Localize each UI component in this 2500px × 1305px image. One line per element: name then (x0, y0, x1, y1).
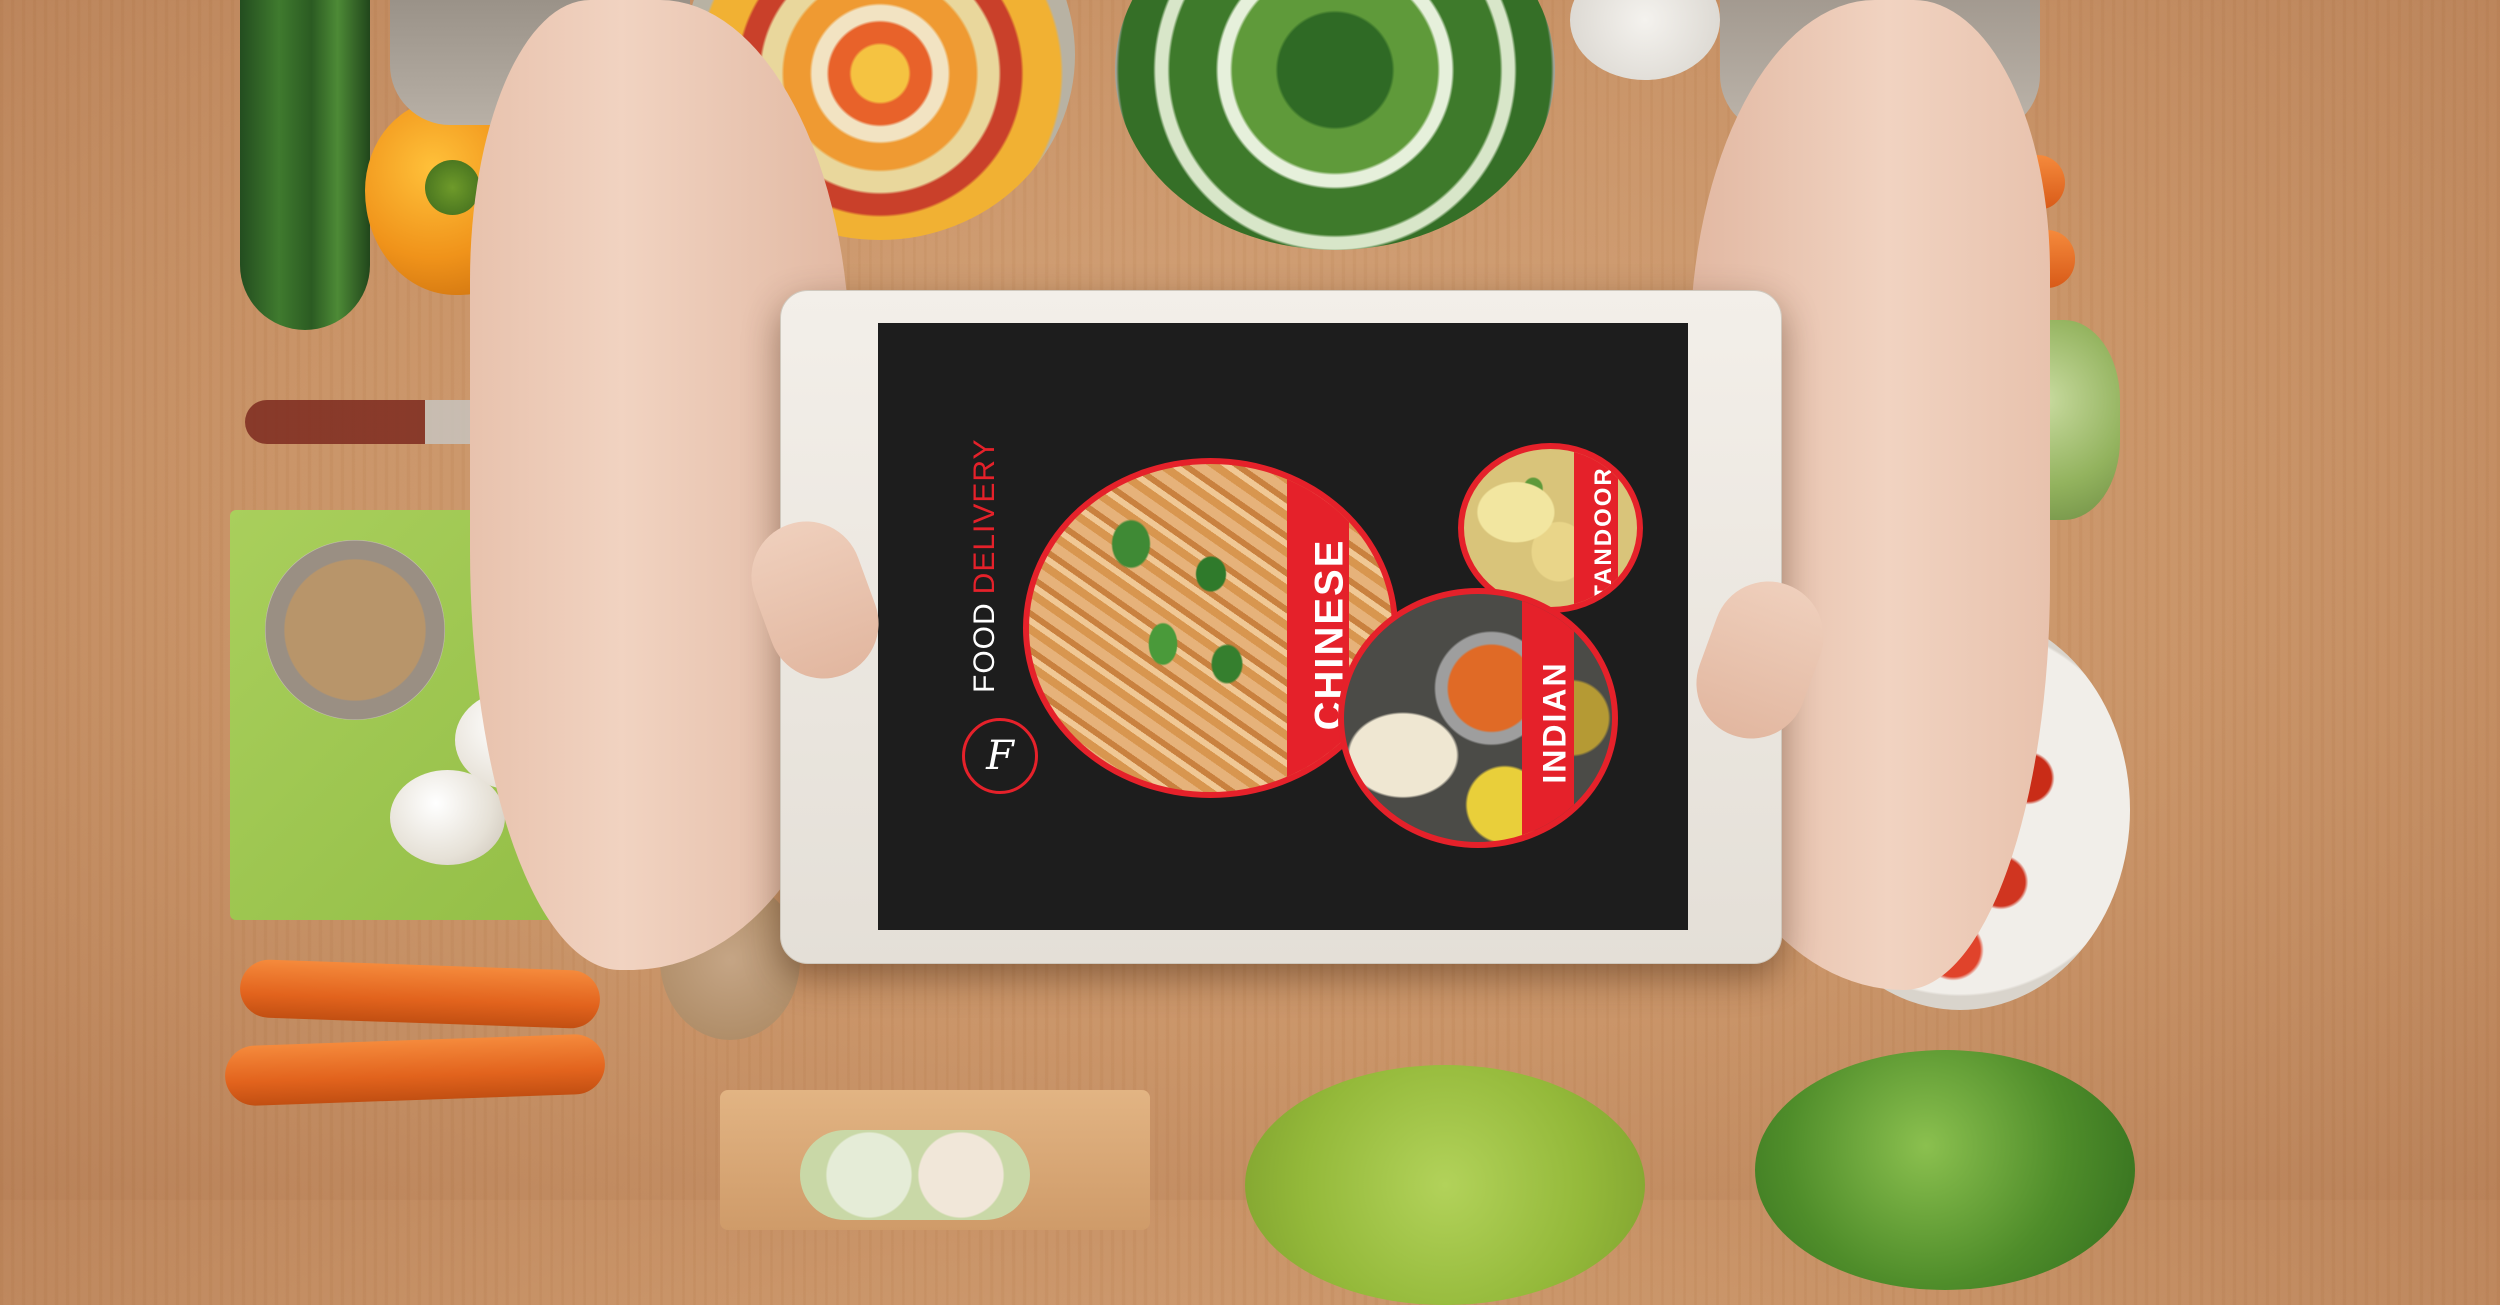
category-tandoor-label: TANDOOR (1589, 466, 1617, 600)
cucumber (240, 0, 370, 330)
lettuce-bowl (1755, 1050, 2135, 1290)
letter-f-circle-logo-icon[interactable]: F (962, 718, 1038, 794)
seed-bowl (265, 540, 445, 720)
logo-letter: F (986, 733, 1014, 779)
carrot (239, 958, 601, 1030)
brand-column: FOOD DELIVERY F (930, 323, 1038, 930)
sliced-vegetables (800, 1130, 1030, 1220)
tablet-screen: FOODDELIVERY F CHINESE TANDOOR INDIAN (878, 323, 1688, 930)
category-indian-button[interactable]: INDIAN (1338, 588, 1618, 848)
brand-word-food: FOOD (968, 602, 1001, 693)
noodles-photo (1099, 504, 1259, 704)
brand-title: FOOD DELIVERY (968, 438, 1001, 693)
onion-salad-bowl (1115, 0, 1555, 250)
white-jar (1570, 0, 1720, 80)
garlic-bulb (390, 770, 505, 865)
carrot (224, 1033, 606, 1107)
category-indian-label: INDIAN (1536, 661, 1573, 784)
green-plate (1245, 1065, 1645, 1305)
brand-word-delivery: DELIVERY (968, 438, 1001, 595)
